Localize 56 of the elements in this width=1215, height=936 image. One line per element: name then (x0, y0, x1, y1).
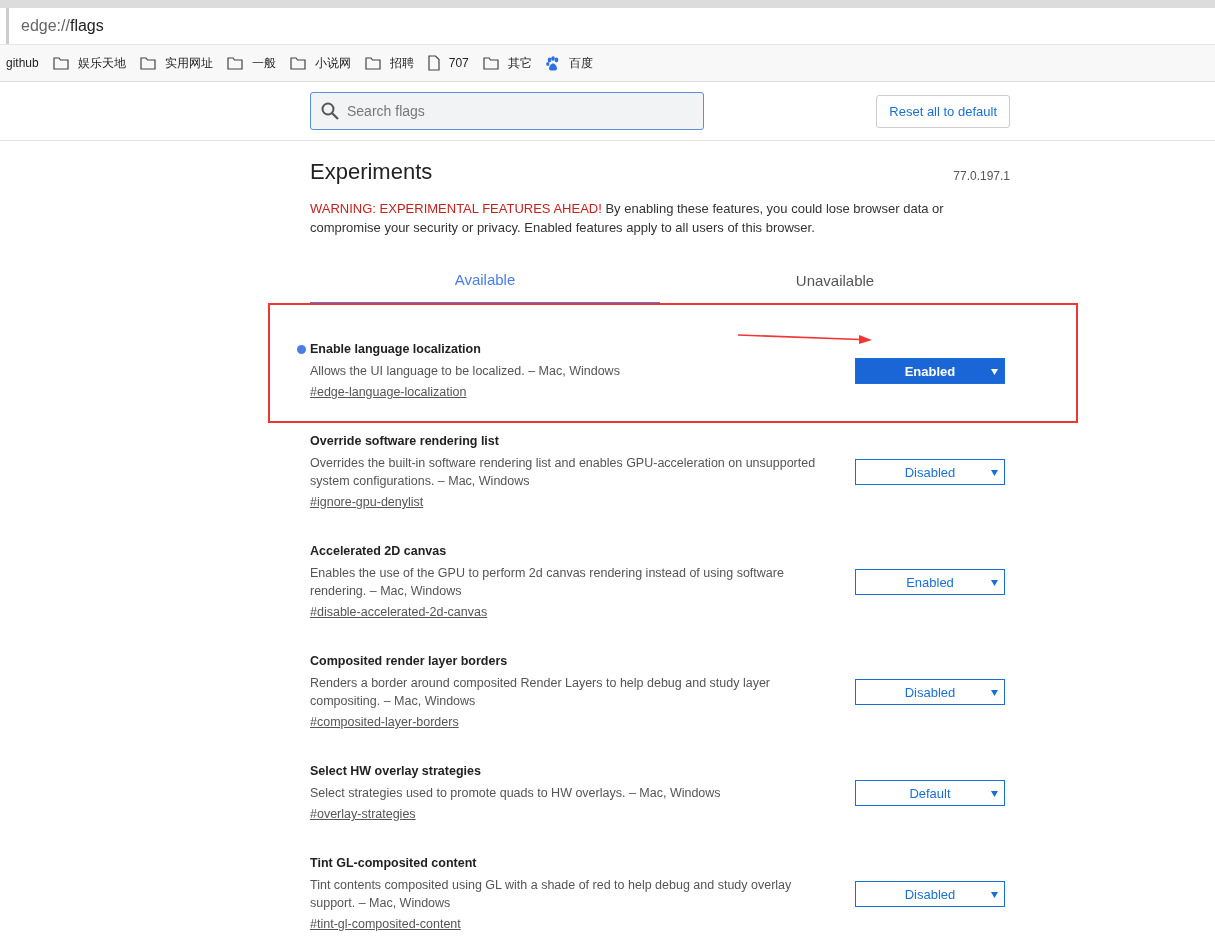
flag-name: Select HW overlay strategies (310, 763, 482, 780)
paw-icon (545, 55, 560, 71)
bookmark-item[interactable]: 707 (427, 55, 469, 71)
flag-link[interactable]: #tint-gl-composited-content (310, 917, 461, 931)
bookmark-item[interactable]: github (6, 56, 39, 70)
reset-button[interactable]: Reset all to default (876, 94, 1010, 128)
page-title: Experiments (310, 159, 433, 185)
flag-name: Enable language localization (310, 341, 482, 358)
folder-icon (139, 56, 156, 70)
flag-link[interactable]: #edge-language-localization (310, 385, 467, 399)
bookmark-item[interactable]: 娱乐天地 (52, 54, 126, 72)
flag-name: Composited render layer borders (310, 653, 509, 670)
flag-name: Accelerated 2D canvas (310, 543, 448, 560)
flag-description: Overrides the built-in software rendering list and enables GPU-acceleration on unsupported system configurations. – Mac, Windows (310, 455, 817, 490)
document-icon (427, 55, 440, 71)
flag-link[interactable]: #disable-accelerated-2d-canvas (310, 605, 488, 619)
folder-icon (482, 56, 499, 70)
flag-name: Override software rendering list (310, 433, 500, 450)
search-icon (321, 102, 339, 120)
bookmark-item[interactable]: 一般 (226, 54, 276, 72)
flag-description: Tint contents composited using GL with a shade of red to help debug and study overlay support. – Mac, Windows (310, 877, 793, 912)
flag-dropdown[interactable]: Disabled (855, 679, 1005, 705)
flag-description: Renders a border around composited Render Layers to help debug and study layer compositing. – Mac, Windows (310, 675, 771, 710)
bookmark-item[interactable]: 其它 (482, 54, 532, 72)
caret-icon (991, 892, 998, 898)
caret-icon (991, 369, 998, 375)
flag-dropdown[interactable]: Enabled (855, 358, 1005, 384)
version-label: 77.0.197.1 (953, 169, 1010, 185)
flag-description: Select strategies used to promote quads to HW overlays. – Mac, Windows (310, 785, 722, 802)
flag-description: Enables the use of the GPU to perform 2d canvas rendering instead of using software rendering. – Mac, Windows (310, 565, 785, 600)
folder-icon (289, 56, 306, 70)
tab[interactable]: Available (310, 271, 660, 304)
flag-dropdown[interactable]: Enabled (855, 569, 1005, 595)
flag-link[interactable]: #composited-layer-borders (310, 715, 459, 729)
bookmark-item[interactable]: 实用网址 (139, 54, 213, 72)
warning-text: WARNING: EXPERIMENTAL FEATURES AHEAD! By enabling these features, you could lose browser data or compromise your security or privacy. Enabled features apply to all users of this browser. (310, 200, 945, 237)
flag-link[interactable]: #ignore-gpu-denylist (310, 495, 424, 509)
flag-dropdown[interactable]: Disabled (855, 881, 1005, 907)
tab[interactable]: Unavailable (660, 271, 1010, 304)
flag-dropdown[interactable]: Default (855, 780, 1005, 806)
flag-description: Allows the UI language to be localized. – Mac, Windows (310, 363, 621, 380)
flag-dropdown[interactable]: Disabled (855, 459, 1005, 485)
caret-icon (991, 791, 998, 797)
folder-icon (52, 56, 69, 70)
caret-icon (991, 470, 998, 476)
folder-icon (364, 56, 381, 70)
flag-name: Tint GL-composited content (310, 855, 478, 872)
bookmark-item[interactable]: 小说网 (289, 54, 351, 72)
caret-icon (991, 580, 998, 586)
search-field[interactable]: Search flags (310, 92, 704, 130)
caret-icon (991, 690, 998, 696)
address-bar-url[interactable]: edge://flags (21, 17, 104, 35)
folder-icon (226, 56, 243, 70)
bookmark-item[interactable]: 百度 (545, 54, 593, 72)
flag-link[interactable]: #overlay-strategies (310, 807, 416, 821)
bookmark-item[interactable]: 招聘 (364, 54, 414, 72)
